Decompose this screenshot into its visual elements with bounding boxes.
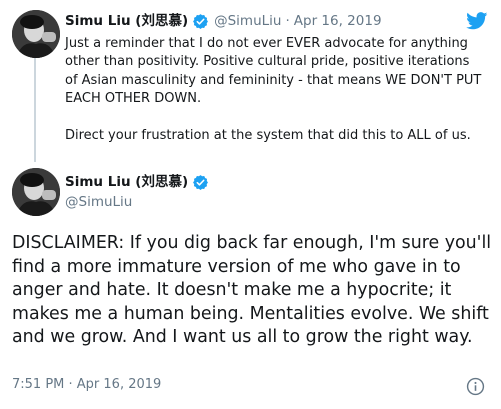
author-handle[interactable]: @SimuLiu xyxy=(65,193,209,211)
verified-badge-icon xyxy=(192,13,209,30)
tweet2-name-row: Simu Liu (刘思慕) xyxy=(65,173,209,191)
twitter-bird-icon[interactable] xyxy=(466,12,488,30)
tweet2-header: Simu Liu (刘思慕) @SimuLiu xyxy=(65,173,209,211)
tweet1-date[interactable]: Apr 16, 2019 xyxy=(294,12,382,30)
tweet1-body-text: Just a reminder that I do not ever EVER … xyxy=(65,36,482,144)
author-name[interactable]: Simu Liu (刘思慕) xyxy=(65,12,188,30)
thread-connector-line xyxy=(34,58,36,162)
info-icon[interactable] xyxy=(466,377,485,396)
separator-dot: · xyxy=(285,13,290,29)
tweet2-timestamp[interactable]: 7:51 PM · Apr 16, 2019 xyxy=(12,377,161,392)
tweet1-header: Simu Liu (刘思慕) @SimuLiu · Apr 16, 2019 xyxy=(65,12,382,30)
avatar-tweet1[interactable] xyxy=(12,10,60,58)
tweet2-body-text: DISCLAIMER: If you dig back far enough, … xyxy=(12,233,492,348)
author-name[interactable]: Simu Liu (刘思慕) xyxy=(65,173,188,191)
avatar-tweet2[interactable] xyxy=(12,168,60,216)
verified-badge-icon xyxy=(192,174,209,191)
author-handle[interactable]: @SimuLiu xyxy=(214,12,281,30)
